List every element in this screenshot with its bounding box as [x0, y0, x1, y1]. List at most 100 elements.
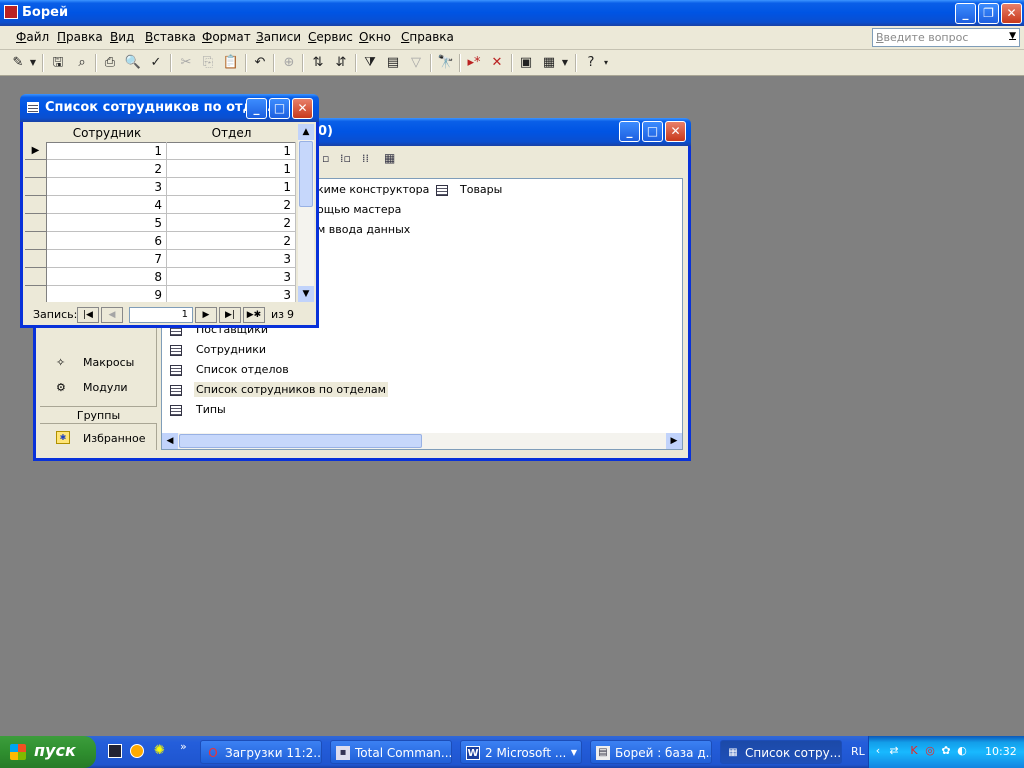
employee-cell[interactable]: 8 [47, 268, 167, 286]
first-record-button[interactable]: |◀ [77, 307, 99, 323]
dropdown-arrow-icon[interactable]: ▼ [560, 53, 570, 73]
list-item[interactable]: Список отделов [168, 361, 388, 379]
menu-view[interactable]: Вид [110, 30, 134, 44]
prev-record-button[interactable]: ◀ [101, 307, 123, 323]
new-object-icon[interactable]: ▦ [539, 53, 559, 73]
chevron-down-icon[interactable]: ▼ [1009, 31, 1016, 41]
row-selector[interactable] [25, 286, 47, 302]
list-view-icon[interactable]: ⁞⁞ [362, 152, 369, 165]
menu-file[interactable]: Файл [16, 30, 49, 44]
details-view-icon[interactable]: ▦ [384, 151, 395, 165]
row-selector[interactable] [25, 268, 47, 286]
employee-cell[interactable]: 4 [47, 196, 167, 214]
department-cell[interactable]: 3 [167, 250, 296, 268]
employee-cell[interactable]: 3 [47, 178, 167, 196]
row-selector[interactable] [25, 160, 47, 178]
database-window-icon[interactable]: ▣ [516, 53, 536, 73]
table-row[interactable]: 31 [25, 178, 296, 196]
network-icon[interactable]: ⇄ [887, 744, 901, 758]
table-row[interactable]: 73 [25, 250, 296, 268]
department-cell[interactable]: 2 [167, 232, 296, 250]
table-row[interactable]: 21 [25, 160, 296, 178]
hyperlink-icon[interactable]: ⊕ [279, 53, 299, 73]
opera-tray-icon[interactable]: ◎ [923, 744, 937, 758]
department-cell[interactable]: 1 [167, 178, 296, 196]
undo-icon[interactable]: ↶ [250, 53, 270, 73]
app-icon[interactable] [4, 5, 18, 19]
help-question-box[interactable]: Введите вопрос ▼ [872, 28, 1020, 47]
employee-cell[interactable]: 5 [47, 214, 167, 232]
db-close-button[interactable]: ✕ [665, 121, 686, 142]
department-cell[interactable]: 3 [167, 268, 296, 286]
create-wizard-item[interactable]: ощью мастера [317, 201, 401, 219]
sidebar-item-favorites[interactable]: ✱ Избранное [50, 430, 150, 448]
filter-by-form-icon[interactable]: ▤ [383, 53, 403, 73]
table-row[interactable]: 42 [25, 196, 296, 214]
list-item-selected[interactable]: Список сотрудников по отделам [168, 381, 388, 399]
row-selector[interactable] [25, 196, 47, 214]
table-close-button[interactable]: ✕ [292, 98, 313, 119]
antivirus-icon[interactable]: K [907, 744, 921, 758]
column-header-department[interactable]: Отдел [167, 124, 296, 143]
current-record-field[interactable]: 1 [129, 307, 193, 323]
scroll-left-button[interactable]: ◀ [162, 433, 178, 449]
dropdown-arrow-icon[interactable]: ▼ [28, 53, 38, 73]
employee-cell[interactable]: 9 [47, 286, 167, 302]
list-item[interactable]: Типы [168, 401, 388, 419]
department-cell[interactable]: 2 [167, 214, 296, 232]
small-icons-icon[interactable]: ⁞▫ [340, 152, 351, 165]
department-cell[interactable]: 2 [167, 196, 296, 214]
taskbar-task-employee-list[interactable]: ▦ Список сотру... [720, 740, 842, 764]
table-row[interactable]: 62 [25, 232, 296, 250]
taskbar-task-total-commander[interactable]: ▪ Total Comman... [330, 740, 452, 764]
department-cell[interactable]: 1 [167, 142, 296, 160]
sidebar-item-modules[interactable]: ⚙ Модули [50, 379, 150, 397]
quicklaunch-save-icon[interactable] [108, 744, 122, 758]
scroll-right-button[interactable]: ▶ [666, 433, 682, 449]
department-cell[interactable]: 1 [167, 160, 296, 178]
row-selector[interactable] [25, 214, 47, 232]
scroll-thumb[interactable] [299, 141, 313, 207]
design-view-icon[interactable]: ✎ [8, 53, 28, 73]
employee-cell[interactable]: 6 [47, 232, 167, 250]
cut-icon[interactable]: ✂ [176, 53, 196, 73]
speaker-icon[interactable]: ◐ [955, 744, 969, 758]
sort-descending-icon[interactable]: ⇵ [331, 53, 351, 73]
grid-corner[interactable] [25, 124, 48, 143]
restore-button[interactable]: ❐ [978, 3, 999, 24]
find-icon[interactable]: 🔭 [436, 53, 456, 73]
db-maximize-button[interactable]: □ [642, 121, 663, 142]
current-record-indicator[interactable]: ▶ [25, 142, 47, 160]
list-item[interactable]: Товары [434, 181, 534, 199]
apply-filter-icon[interactable]: ▽ [406, 53, 426, 73]
help-icon[interactable]: ? [581, 53, 601, 73]
save-icon[interactable]: 🖫 [48, 53, 68, 73]
groups-header[interactable]: Группы [40, 406, 157, 424]
print-icon[interactable]: ⎙ [100, 53, 120, 73]
column-header-employee[interactable]: Сотрудник [47, 124, 168, 143]
menu-insert[interactable]: Вставка [145, 30, 196, 44]
employee-cell[interactable]: 7 [47, 250, 167, 268]
tray-expand-icon[interactable]: ‹ [871, 744, 885, 758]
employee-cell[interactable]: 1 [47, 142, 167, 160]
start-button[interactable]: пуск [0, 736, 96, 768]
menu-window[interactable]: Окно [359, 30, 391, 44]
menu-format[interactable]: Формат [202, 30, 251, 44]
table-row[interactable]: 52 [25, 214, 296, 232]
filter-by-selection-icon[interactable]: ⧩ [360, 53, 380, 73]
paste-icon[interactable]: 📋 [221, 53, 241, 73]
db-minimize-button[interactable]: _ [619, 121, 640, 142]
employee-cell[interactable]: 2 [47, 160, 167, 178]
scroll-up-button[interactable]: ▲ [298, 124, 314, 140]
table-row[interactable]: 93 [25, 286, 296, 302]
taskbar-task-microsoft-word[interactable]: W 2 Microsoft ... ▼ [460, 740, 582, 764]
spelling-icon[interactable]: ✓ [146, 53, 166, 73]
menu-edit[interactable]: Правка [57, 30, 103, 44]
menu-records[interactable]: Записи [256, 30, 301, 44]
vertical-scrollbar[interactable]: ▲ ▼ [298, 124, 314, 302]
language-indicator[interactable]: RL [851, 745, 865, 758]
scroll-thumb[interactable] [179, 434, 422, 448]
dropdown-arrow-icon[interactable]: ▾ [601, 53, 611, 73]
create-data-entry-item[interactable]: м ввода данных [317, 221, 410, 239]
new-record-button[interactable]: ▶✱ [243, 307, 265, 323]
